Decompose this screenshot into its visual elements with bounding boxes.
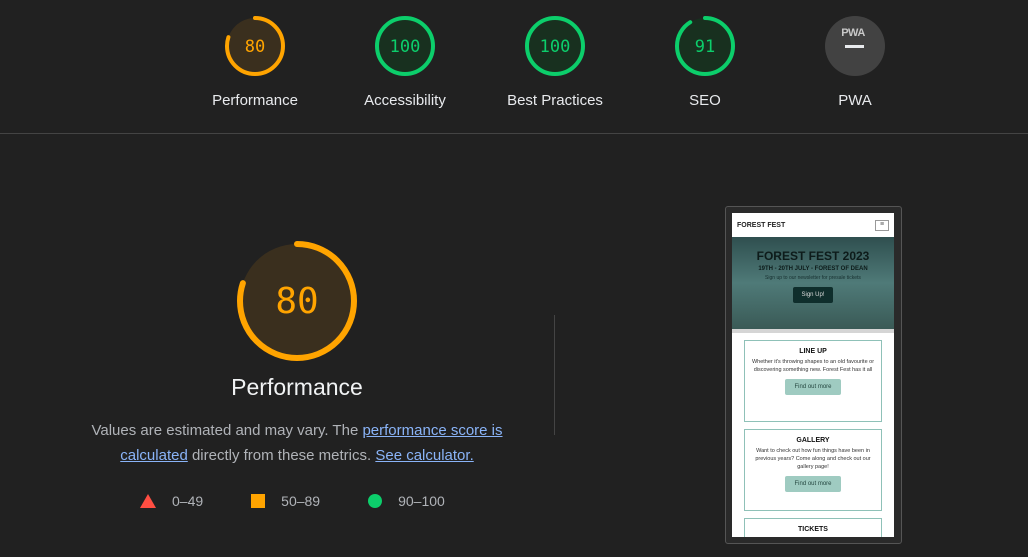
gauge-ring: 80 <box>225 16 285 76</box>
hero-note: Sign up to our newsletter for presale ti… <box>765 275 861 281</box>
final-screenshot[interactable]: FOREST FEST ≡ FOREST FEST 2023 19TH - 20… <box>725 206 902 544</box>
gauge-ring: 91 <box>675 16 735 76</box>
gauge-label: Performance <box>212 92 298 109</box>
gauge-label: Accessibility <box>364 92 446 109</box>
hero-signup-button: Sign Up! <box>793 287 833 303</box>
score-legend: 0–49 50–89 90–100 <box>140 493 493 509</box>
card-text: Want to check out how fun things have be… <box>755 448 871 470</box>
card-title: LINE UP <box>799 348 827 355</box>
divider <box>554 315 555 435</box>
performance-big-gauge: 80 <box>237 241 357 361</box>
legend-poor: 0–49 <box>140 493 203 509</box>
triangle-icon <box>140 494 156 508</box>
site-card-lineup: LINE UP Whether it's throwing shapes to … <box>744 340 882 422</box>
legend-good: 90–100 <box>368 493 445 509</box>
score-value: 100 <box>540 37 571 57</box>
legend-range: 0–49 <box>172 493 204 509</box>
score-value: 91 <box>695 37 715 57</box>
square-icon <box>251 494 266 508</box>
big-score-value: 80 <box>275 281 318 322</box>
legend-range: 50–89 <box>281 493 321 509</box>
gauge-ring: 100 <box>375 16 435 76</box>
site-card-tickets: TICKETS <box>744 518 882 537</box>
divider <box>732 329 894 333</box>
best-practices-gauge[interactable]: 100 Best Practices <box>490 14 620 109</box>
desc-text: directly from these metrics. <box>187 447 376 464</box>
card-text: Whether it's throwing shapes to an old f… <box>751 359 875 373</box>
accessibility-gauge[interactable]: 100 Accessibility <box>340 14 470 109</box>
gauge-label: Best Practices <box>507 92 603 109</box>
legend-average: 50–89 <box>251 493 320 509</box>
card-button: Find out more <box>785 379 841 395</box>
performance-title: Performance <box>231 374 363 400</box>
circle-icon <box>368 494 383 508</box>
pwa-badge-icon: PWA <box>825 16 885 76</box>
hamburger-icon: ≡ <box>875 219 889 231</box>
gauge-label: SEO <box>689 92 721 109</box>
card-button: Find out more <box>785 476 841 492</box>
card-title: GALLERY <box>796 437 830 444</box>
screenshot-screen: FOREST FEST ≡ FOREST FEST 2023 19TH - 20… <box>732 213 894 537</box>
site-card-gallery: GALLERY Want to check out how fun things… <box>744 429 882 511</box>
performance-description: Values are estimated and may vary. The p… <box>87 418 507 468</box>
legend-range: 90–100 <box>398 493 445 509</box>
site-hero: FOREST FEST 2023 19TH - 20TH JULY - FORE… <box>732 237 894 329</box>
score-value: 100 <box>390 37 421 57</box>
card-title: TICKETS <box>798 526 828 533</box>
hero-title: FOREST FEST 2023 <box>756 249 870 263</box>
hero-subtitle: 19TH - 20TH JULY - FOREST OF DEAN <box>758 266 868 272</box>
pwa-badge-text: PWA <box>841 27 865 39</box>
seo-gauge[interactable]: 91 SEO <box>640 14 770 109</box>
gauge-label: PWA <box>838 92 872 109</box>
see-calculator-link[interactable]: See calculator. <box>375 447 473 464</box>
category-scores-bar: 80 Performance 100 Accessibility 100 Bes… <box>0 0 1028 134</box>
performance-summary: 80 Performance Values are estimated and … <box>87 238 507 468</box>
desc-text: Values are estimated and may vary. The <box>91 422 363 439</box>
site-navbar: FOREST FEST ≡ <box>732 213 894 237</box>
pwa-gauge[interactable]: PWA PWA <box>790 14 920 109</box>
performance-gauge[interactable]: 80 Performance <box>190 14 320 109</box>
gauge-ring: 100 <box>525 16 585 76</box>
score-value: 80 <box>245 37 265 57</box>
site-brand: FOREST FEST <box>737 221 786 229</box>
